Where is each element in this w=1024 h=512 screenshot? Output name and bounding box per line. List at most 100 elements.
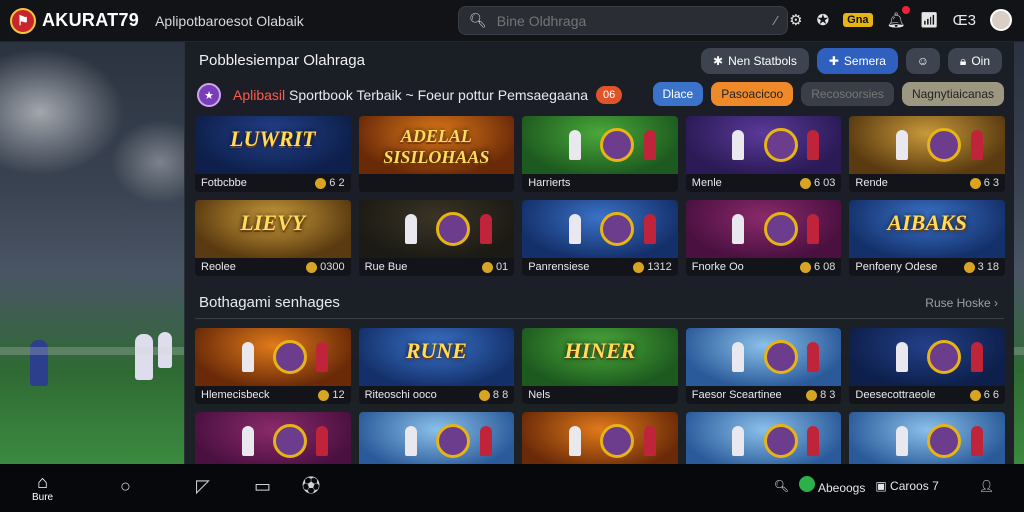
- game-card[interactable]: Panrensiese 1312: [522, 200, 678, 276]
- filter-chip[interactable]: Recosoorsies: [801, 82, 894, 106]
- game-card-odds-value: 6 2: [329, 177, 345, 189]
- game-card-odds-value: 0300: [320, 261, 345, 273]
- coin-icon: [306, 261, 318, 273]
- team-emblem-icon: [272, 424, 307, 458]
- semera-label: Semera: [843, 54, 886, 68]
- gear-icon[interactable]: ✪: [817, 8, 830, 32]
- game-card[interactable]: LIEVY Reolee 0300: [195, 200, 351, 276]
- nav-sport[interactable]: ⚽︎: [302, 476, 320, 496]
- game-card[interactable]: HINER Nels: [522, 328, 678, 404]
- profile-button[interactable]: ☺: [905, 48, 940, 74]
- team-emblem-icon: [763, 212, 798, 246]
- game-card[interactable]: Rue Bue 01: [358, 200, 515, 276]
- notification-icon[interactable]: 🔔︎: [887, 6, 910, 32]
- player-figure: [158, 332, 172, 368]
- game-card-odds-value: 6 03: [813, 177, 836, 189]
- game-card[interactable]: Faesor Sceartinee 8 3: [685, 328, 842, 404]
- search-toggle[interactable]: Abeoogs: [798, 476, 865, 495]
- player-figure: [405, 426, 418, 456]
- game-card-art: HINER: [522, 328, 678, 386]
- see-all-link[interactable]: Ruse Hoske ›: [925, 296, 998, 310]
- search-input[interactable]: [496, 12, 757, 29]
- game-card-odds: 6 3: [969, 177, 999, 189]
- game-card[interactable]: Hlemecisbeck 12: [195, 328, 351, 404]
- nav-home-label: Bure: [32, 492, 54, 503]
- game-card[interactable]: Fnorke Oo 6 08: [685, 200, 842, 276]
- game-card-title: Rende: [855, 177, 888, 189]
- filter-chip[interactable]: Dlace: [652, 82, 704, 106]
- status-dot-icon: [798, 476, 815, 492]
- game-card[interactable]: Menle 6 03: [685, 116, 842, 192]
- game-card-logo-text: HINER: [564, 338, 636, 364]
- star-icon: ✱: [713, 54, 724, 68]
- game-card[interactable]: RUNE Riteoschi ooco 8 8: [358, 328, 515, 404]
- game-card-info: Reolee 0300: [195, 258, 351, 276]
- team-emblem-icon: [436, 424, 471, 458]
- game-card-art: LIEVY: [195, 200, 351, 258]
- game-card[interactable]: ADELAL SISILOHAAS: [358, 116, 515, 192]
- search-icon[interactable]: 🔍︎: [774, 479, 789, 493]
- player-figure: [568, 426, 581, 456]
- player-figure: [896, 130, 909, 160]
- game-card-art: [195, 412, 351, 470]
- game-card[interactable]: AIBAKS Penfoeny Odese 3 18: [849, 200, 1005, 276]
- game-card-title: Rue Bue: [364, 261, 408, 273]
- user-toggle[interactable]: ▣ Caroos 7: [875, 479, 938, 493]
- game-card-info: [358, 174, 515, 192]
- game-card[interactable]: Deesecottraeole 6 6: [849, 328, 1005, 404]
- game-card-odds: 8 8: [478, 389, 508, 401]
- game-card-odds-value: 1312: [647, 261, 672, 273]
- filter-chip[interactable]: Nagnytiaicanas: [901, 82, 1004, 106]
- filter-chip[interactable]: Pasoacicoo: [711, 82, 794, 106]
- game-card-title: Deesecottraeole: [855, 389, 936, 401]
- account-icon[interactable]: 👤︎: [979, 479, 994, 493]
- settings-icon[interactable]: ⚙: [789, 8, 802, 32]
- coin-icon: [799, 177, 811, 189]
- player-figure: [643, 130, 656, 160]
- top-icons: ⚙ ✪ Gna 🔔︎ 📶︎ Œ3: [789, 6, 1012, 32]
- promo-icon: ★: [197, 83, 221, 107]
- nav-bets[interactable]: ◸: [196, 476, 210, 496]
- team-emblem-icon: [599, 128, 634, 162]
- nav-home[interactable]: ⌂ Bure: [32, 472, 53, 503]
- search-icon: 🔍︎: [469, 12, 487, 28]
- app-subtitle: Aplipotbaroesot Olabaik: [155, 12, 304, 29]
- coin-icon: [318, 389, 330, 401]
- promo-banner[interactable]: ★ Aplibasil Sportbook Terbaik ~ Foeur po…: [197, 82, 623, 108]
- mic-icon[interactable]: ⁄: [775, 13, 777, 28]
- game-card[interactable]: LUWRIT Fotbcbbe 6 2: [195, 116, 351, 192]
- semera-button[interactable]: ✚ Semera: [816, 48, 898, 74]
- nav-circle[interactable]: ○: [120, 476, 131, 496]
- brand-name[interactable]: AKURAT79: [42, 10, 139, 31]
- game-card-logo-text: LIEVY: [240, 210, 306, 236]
- nav-wallet[interactable]: ▭: [254, 476, 271, 496]
- team-emblem-icon: [436, 212, 471, 246]
- game-card-info: Faesor Sceartinee 8 3: [685, 386, 842, 404]
- odds-format-button[interactable]: Gna: [843, 8, 873, 32]
- game-card-art: [685, 412, 842, 470]
- player-figure: [732, 214, 745, 244]
- sportsbook-panel: Pobblesiempar Olahraga ✱ Nen Statbols ✚ Se…: [184, 42, 1014, 488]
- coin-icon: [969, 389, 981, 401]
- game-card-logo-text: AIBAKS: [887, 210, 967, 236]
- brand-logo-icon[interactable]: ⚑: [10, 7, 36, 34]
- game-card-art: [685, 328, 842, 386]
- filter-chips: Dlace Pasoacicoo Recosoorsies Nagnytiaic…: [652, 82, 1004, 106]
- game-card-info: Panrensiese 1312: [522, 258, 678, 276]
- new-bets-button[interactable]: ✱ Nen Statbols: [701, 48, 809, 74]
- game-card[interactable]: Rende 6 3: [849, 116, 1005, 192]
- search-bar[interactable]: 🔍︎ ⁄: [458, 6, 788, 35]
- notification-dot: [901, 6, 910, 14]
- home-icon: ⌂: [37, 472, 48, 492]
- game-card-odds: 6 08: [799, 261, 835, 273]
- game-card[interactable]: Harrierts: [522, 116, 678, 192]
- game-card-art: [522, 412, 678, 470]
- logout-button[interactable]: 🔒︎ Oin: [947, 48, 1002, 74]
- avatar[interactable]: [990, 9, 1012, 31]
- game-card-title: Riteoschi ooco: [364, 389, 437, 401]
- game-card-art: [358, 412, 515, 470]
- game-card-art: [685, 200, 842, 258]
- divider: [195, 318, 1004, 319]
- player-figure: [568, 214, 581, 244]
- player-figure: [316, 426, 329, 456]
